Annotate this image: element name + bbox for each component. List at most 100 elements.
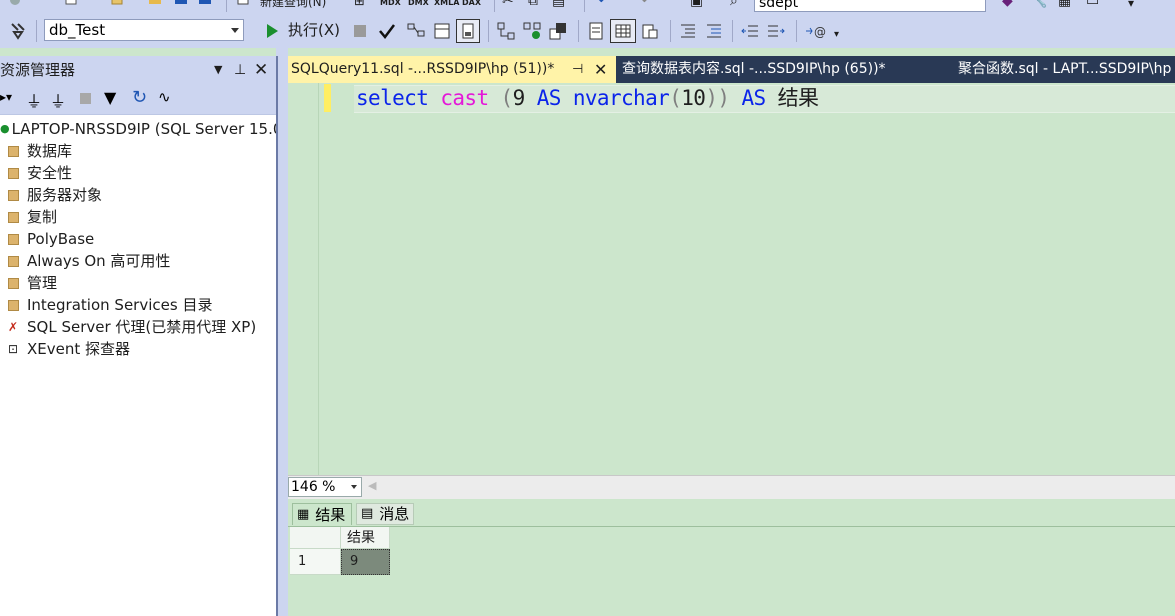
tab-results[interactable]: ▦ 结果	[292, 503, 352, 525]
keyword-token: AS	[536, 86, 562, 110]
paren-token: (	[500, 86, 514, 110]
close-tab-icon[interactable]: ✕	[594, 56, 607, 83]
new-file-icon[interactable]	[64, 0, 78, 10]
editor-status-strip: ◀	[288, 475, 1175, 500]
tree-item[interactable]: PolyBase	[8, 228, 94, 250]
new-query-icon[interactable]	[236, 0, 250, 10]
dmx-query-button[interactable]: DMX	[408, 0, 429, 10]
pin-icon[interactable]: ⊥	[234, 56, 246, 84]
visual-studio-icon[interactable]: ◆	[1002, 0, 1013, 8]
copy-icon[interactable]: ⧉	[528, 0, 538, 8]
scroll-left-icon[interactable]: ◀	[368, 479, 376, 492]
wrench-icon[interactable]: 🔧	[1030, 0, 1047, 8]
keyword-token: AS	[741, 86, 766, 110]
code-line-1[interactable]: select cast (9 AS nvarchar(10)) AS 结果	[356, 84, 819, 112]
plug-icon[interactable]: ⏚	[26, 88, 42, 112]
result-cell[interactable]: 9	[341, 549, 390, 575]
object-explorer-header: 资源管理器 ▼ ⊥ ✕	[0, 56, 276, 84]
mdx-query-button[interactable]: MDX	[380, 0, 401, 10]
tree-item-label: Always On 高可用性	[27, 252, 171, 270]
tree-item[interactable]: Always On 高可用性	[8, 250, 170, 272]
tab-label: 消息	[379, 505, 410, 523]
redo-icon[interactable]: ↷	[636, 0, 648, 8]
stop-refresh-icon[interactable]	[80, 93, 91, 104]
tree-item[interactable]: 安全性	[8, 162, 72, 184]
close-panel-icon[interactable]: ✕	[254, 56, 268, 84]
undo-icon[interactable]: ↶	[598, 0, 610, 8]
results-tabstrip	[288, 499, 1175, 527]
tree-item-label: XEvent 探查器	[27, 340, 131, 358]
folder-icon	[8, 299, 19, 311]
messages-icon: ▤	[361, 506, 374, 521]
object-explorer-toolbar: ▸▾ ⏚ ⏚ ▼ ↻ ∿	[0, 84, 276, 115]
toolbox-icon[interactable]: ▦	[1058, 0, 1071, 8]
overflow-chevron-icon[interactable]: ▾	[1128, 0, 1134, 10]
editor-gutter	[288, 83, 319, 475]
tree-server-node[interactable]: ● LAPTOP-NRSSD9IP (SQL Server 15.0.	[0, 118, 287, 140]
open-file-icon[interactable]	[110, 0, 124, 10]
folder-icon	[8, 211, 19, 223]
agent-icon: ✗	[8, 320, 19, 334]
folder-icon	[8, 189, 19, 201]
filter-icon[interactable]: ▼	[104, 88, 116, 107]
row-number[interactable]: 1	[290, 549, 341, 575]
query-icon[interactable]: ⊞	[354, 0, 365, 9]
function-token: cast	[440, 86, 489, 110]
cut-icon[interactable]: ✂	[502, 0, 514, 8]
tree-item-label: PolyBase	[27, 230, 95, 248]
tree-item-label: 复制	[27, 208, 58, 226]
connect-dropdown-icon[interactable]: ▸▾	[0, 90, 12, 104]
pin-tab-icon[interactable]: ⊣	[572, 56, 583, 83]
query-editor[interactable]	[288, 83, 1175, 475]
tree-item[interactable]: 复制	[8, 206, 57, 228]
paste-icon[interactable]: ▤	[552, 0, 565, 8]
tree-item-label: 管理	[27, 274, 58, 292]
disconnect-icon[interactable]: ⏚	[50, 88, 66, 112]
xmla-query-button[interactable]: XMLA	[434, 0, 459, 10]
find-icon[interactable]: ⌕	[730, 0, 738, 8]
tab-query-table-content[interactable]: 查询数据表内容.sql -...SSD9IP\hp (65))*	[618, 56, 938, 83]
activity-monitor-icon[interactable]: ∿	[158, 88, 171, 106]
dax-query-button[interactable]: DAX	[462, 0, 481, 10]
save-icon[interactable]	[174, 0, 188, 10]
tree-item[interactable]: 管理	[8, 272, 57, 294]
zoom-select[interactable]: 146 %	[288, 477, 362, 497]
save-all-icon[interactable]	[198, 0, 212, 10]
tab-label: 查询数据表内容.sql -...SSD9IP\hp (65))*	[622, 61, 886, 77]
connect-icon[interactable]	[8, 20, 28, 40]
tab-aggregate-functions[interactable]: 聚合函数.sql - LAPT...SSD9IP\hp	[958, 56, 1175, 83]
tree-item-label: 服务器对象	[27, 186, 103, 204]
screen-icon[interactable]: ▣	[690, 0, 703, 8]
object-explorer-border	[276, 56, 278, 616]
tree-item[interactable]: ⊡ XEvent 探查器	[8, 338, 130, 360]
tree-item-label: Integration Services 目录	[27, 296, 213, 314]
arrow-icon[interactable]	[8, 0, 22, 10]
refresh-icon[interactable]: ↻	[132, 87, 147, 108]
tab-label: 结果	[315, 505, 346, 524]
grid-corner[interactable]	[290, 527, 341, 549]
search-combo[interactable]: sdept	[754, 0, 986, 12]
tab-messages[interactable]: ▤ 消息	[356, 503, 414, 525]
tree-item[interactable]: Integration Services 目录	[8, 294, 212, 316]
tree-item-label: 安全性	[27, 164, 73, 182]
folder-icon	[8, 167, 19, 179]
change-indicator	[324, 84, 331, 112]
tree-item[interactable]: ✗ SQL Server 代理(已禁用代理 XP)	[8, 316, 256, 338]
folder-icon	[8, 233, 19, 245]
tree-item[interactable]: 服务器对象	[8, 184, 102, 206]
server-connected-icon: ●	[0, 122, 10, 135]
tab-sqlquery11[interactable]: SQLQuery11.sql -...RSSD9IP\hp (51))* ⊣ ✕	[288, 56, 616, 83]
database-select[interactable]: db_Test	[44, 19, 244, 41]
alias-token: 结果	[777, 86, 819, 110]
column-header[interactable]: 结果	[341, 527, 390, 549]
xevent-icon: ⊡	[8, 342, 19, 356]
standard-toolbar: 新建查询(N) ⊞ MDX DMX XMLA DAX ✂ ⧉ ▤ ↶ ↷ ▣ ⌕…	[0, 0, 1175, 14]
tree-item[interactable]: 数据库	[8, 140, 72, 162]
new-query-button[interactable]: 新建查询(N)	[260, 0, 326, 9]
folder-open-icon[interactable]	[148, 0, 162, 10]
panel-menu-chevron-icon[interactable]: ▼	[214, 56, 222, 84]
folder-icon	[8, 145, 19, 157]
window-icon[interactable]: ▭	[1086, 0, 1099, 8]
object-explorer-title: 资源管理器	[0, 61, 76, 79]
server-label: LAPTOP-NRSSD9IP (SQL Server 15.0.	[11, 120, 288, 138]
